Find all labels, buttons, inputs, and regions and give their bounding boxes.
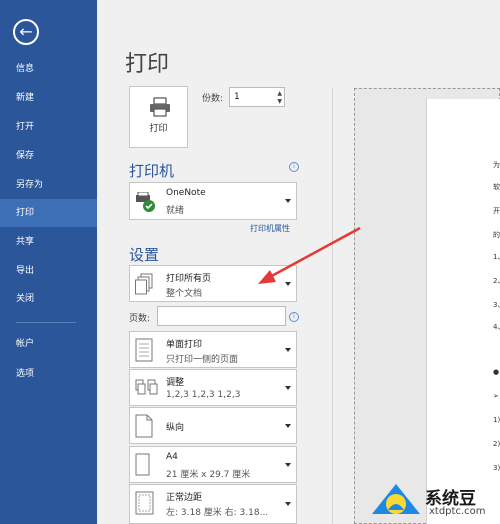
watermark-url: xtdptc.com — [429, 506, 486, 517]
watermark-logo — [372, 484, 420, 514]
annotation-arrow — [258, 226, 361, 284]
